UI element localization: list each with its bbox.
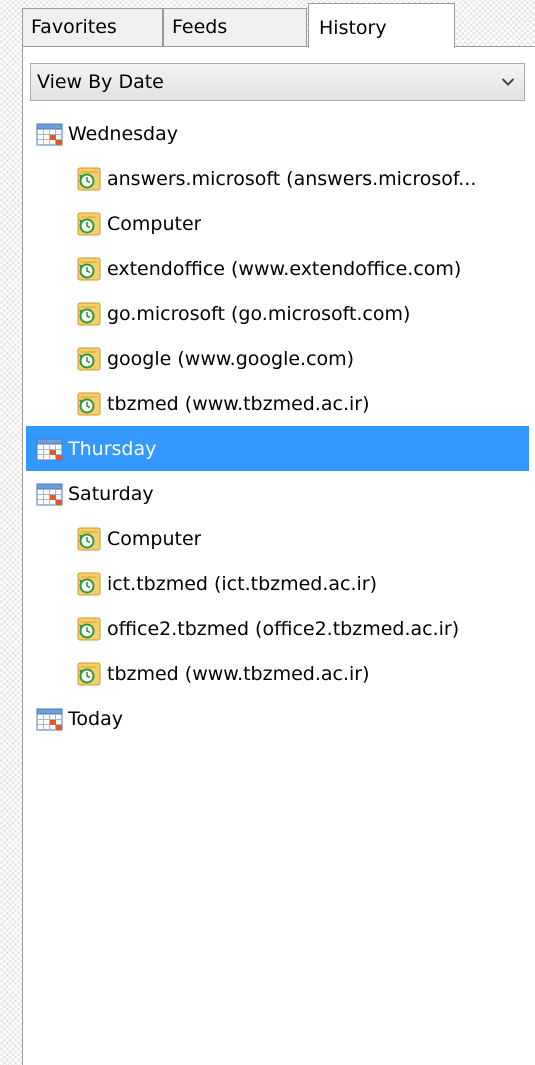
history-panel: View By Date Wednesday answers.microsoft…: [22, 46, 535, 1065]
history-day-today[interactable]: Today: [23, 696, 535, 741]
tab-history[interactable]: History: [308, 3, 455, 48]
tab-feeds[interactable]: Feeds: [163, 8, 307, 46]
history-site-label: ict.tbzmed (ict.tbzmed.ac.ir): [107, 572, 378, 595]
history-page-icon: [77, 572, 101, 596]
view-by-dropdown[interactable]: View By Date: [30, 63, 525, 101]
history-site-item[interactable]: office2.tbzmed (office2.tbzmed.ac.ir): [23, 606, 535, 651]
calendar-icon: [36, 437, 64, 461]
calendar-icon: [36, 122, 64, 146]
history-page-icon: [77, 347, 101, 371]
calendar-icon: [36, 707, 64, 731]
history-page-icon: [77, 392, 101, 416]
history-page-icon: [77, 302, 101, 326]
history-site-label: Computer: [107, 212, 202, 235]
history-site-item[interactable]: tbzmed (www.tbzmed.ac.ir): [23, 381, 535, 426]
history-day-saturday[interactable]: Saturday: [23, 471, 535, 516]
history-site-item[interactable]: tbzmed (www.tbzmed.ac.ir): [23, 651, 535, 696]
history-day-wednesday[interactable]: Wednesday: [23, 111, 535, 156]
history-site-label: go.microsoft (go.microsoft.com): [107, 302, 411, 325]
calendar-icon: [36, 482, 64, 506]
history-page-icon: [77, 212, 101, 236]
chevron-down-icon: [501, 78, 515, 86]
history-site-item[interactable]: Computer: [23, 516, 535, 561]
history-site-label: tbzmed (www.tbzmed.ac.ir): [107, 392, 370, 415]
history-day-thursday[interactable]: Thursday: [26, 426, 529, 471]
history-page-icon: [77, 527, 101, 551]
history-site-label: google (www.google.com): [107, 347, 355, 370]
history-day-label: Thursday: [68, 437, 157, 460]
history-site-item[interactable]: answers.microsoft (answers.microsof...: [23, 156, 535, 201]
history-day-label: Saturday: [68, 482, 154, 505]
history-site-label: tbzmed (www.tbzmed.ac.ir): [107, 662, 370, 685]
history-site-item[interactable]: Computer: [23, 201, 535, 246]
history-site-item[interactable]: ict.tbzmed (ict.tbzmed.ac.ir): [23, 561, 535, 606]
view-by-dropdown-value: View By Date: [37, 71, 164, 93]
history-site-item[interactable]: google (www.google.com): [23, 336, 535, 381]
history-page-icon: [77, 167, 101, 191]
tab-favorites[interactable]: Favorites: [22, 8, 163, 46]
history-page-icon: [77, 257, 101, 281]
history-site-item[interactable]: go.microsoft (go.microsoft.com): [23, 291, 535, 336]
history-site-label: answers.microsoft (answers.microsof...: [107, 167, 477, 190]
history-site-item[interactable]: extendoffice (www.extendoffice.com): [23, 246, 535, 291]
history-day-label: Today: [68, 707, 123, 730]
history-tree: Wednesday answers.microsoft (answers.mic…: [23, 111, 535, 741]
history-site-label: Computer: [107, 527, 202, 550]
history-page-icon: [77, 617, 101, 641]
history-site-label: extendoffice (www.extendoffice.com): [107, 257, 462, 280]
history-day-label: Wednesday: [68, 122, 179, 145]
history-page-icon: [77, 662, 101, 686]
history-site-label: office2.tbzmed (office2.tbzmed.ac.ir): [107, 617, 460, 640]
